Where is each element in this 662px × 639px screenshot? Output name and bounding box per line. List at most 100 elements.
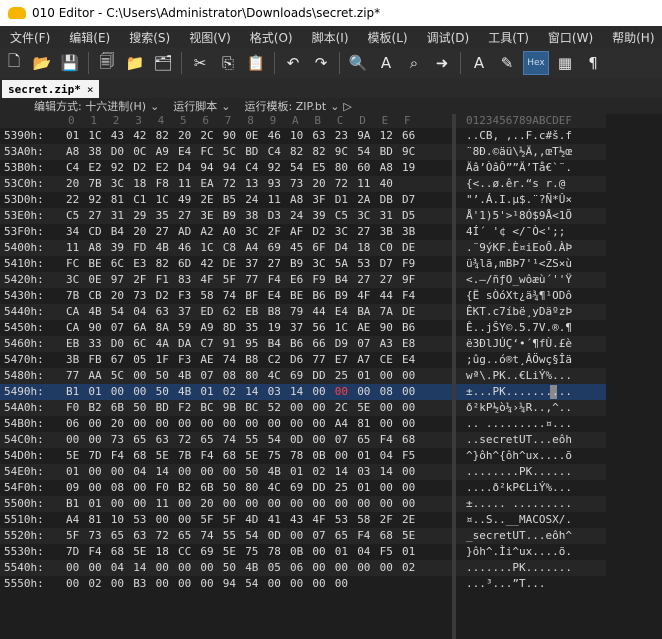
hex-byte[interactable]: 65 [335, 529, 348, 542]
hex-mode-button[interactable]: Hex [523, 51, 549, 75]
hex-byte[interactable]: 68 [133, 449, 146, 462]
hex-byte[interactable]: 91 [223, 337, 236, 350]
ascii-row[interactable]: {Ë sÒóXt¿ä¾¶¹ODô [456, 288, 606, 304]
hex-byte[interactable]: FC [200, 145, 213, 158]
edit-mode-dropdown[interactable]: 编辑方式: 十六进制(H) [34, 98, 146, 114]
hex-byte[interactable]: 00 [88, 481, 101, 494]
find-icon[interactable]: 🔍 [346, 51, 370, 75]
tab-secret-zip[interactable]: secret.zip* × [2, 80, 100, 98]
hex-byte[interactable]: 18 [357, 241, 370, 254]
hex-byte[interactable]: 01 [357, 369, 370, 382]
hex-byte[interactable]: 00 [268, 577, 281, 590]
hex-byte[interactable]: D2 [133, 161, 146, 174]
hex-byte[interactable]: AD [178, 225, 191, 238]
hex-byte[interactable]: 03 [357, 465, 370, 478]
hex-byte[interactable]: CA [66, 321, 79, 334]
hex-byte[interactable]: 00 [312, 561, 325, 574]
hex-byte[interactable]: 7D [66, 545, 79, 558]
hex-byte[interactable]: 81 [88, 513, 101, 526]
hex-byte[interactable]: 5E [66, 449, 79, 462]
find-replace-icon[interactable]: A [374, 51, 398, 75]
hex-byte[interactable]: 01 [200, 385, 213, 398]
hex-byte[interactable]: 3C [312, 257, 325, 270]
hex-byte[interactable]: 68 [223, 449, 236, 462]
hex-byte[interactable]: 00 [245, 417, 258, 430]
ascii-row[interactable]: Äâ’ÒâÔ””Ä’Tå€`¨. [456, 160, 606, 176]
hex-byte[interactable]: 00 [290, 529, 303, 542]
hex-byte[interactable]: 52 [268, 401, 281, 414]
hex-byte[interactable]: 04 [133, 465, 146, 478]
hex-byte[interactable]: 65 [111, 529, 124, 542]
hex-byte[interactable]: 18 [156, 545, 169, 558]
hex-byte[interactable]: 4B [268, 465, 281, 478]
hex-byte[interactable]: 05 [133, 353, 146, 366]
hex-byte[interactable]: 00 [133, 497, 146, 510]
highlight-icon[interactable]: ✎ [495, 51, 519, 75]
hex-byte[interactable]: D7 [402, 193, 415, 206]
hex-byte[interactable]: 01 [66, 129, 79, 142]
hex-byte[interactable]: 00 [380, 401, 393, 414]
hex-byte[interactable]: 07 [335, 433, 348, 446]
hex-byte[interactable]: B9 [223, 209, 236, 222]
hex-byte[interactable]: D5 [402, 209, 415, 222]
hex-byte[interactable]: 92 [268, 161, 281, 174]
hex-byte[interactable]: 73 [133, 289, 146, 302]
hex-byte[interactable]: 68 [111, 545, 124, 558]
hex-byte[interactable]: 20 [178, 129, 191, 142]
hex-byte[interactable]: 53 [335, 513, 348, 526]
hex-byte[interactable]: DD [312, 481, 325, 494]
hex-byte[interactable]: 24 [290, 209, 303, 222]
menu-item-5[interactable]: 脚本(I) [302, 29, 358, 46]
hex-byte[interactable]: 00 [200, 417, 213, 430]
hex-byte[interactable]: 00 [312, 433, 325, 446]
hex-byte[interactable]: 09 [66, 481, 79, 494]
hex-byte[interactable]: B8 [245, 353, 258, 366]
hex-byte[interactable]: 8A [156, 321, 169, 334]
hex-byte[interactable]: F4 [88, 545, 101, 558]
hex-byte[interactable]: 18 [133, 177, 146, 190]
hex-byte[interactable]: 75 [268, 449, 281, 462]
hex-byte[interactable]: 80 [245, 369, 258, 382]
hex-byte[interactable]: 00 [380, 497, 393, 510]
hex-byte[interactable]: 3F [312, 193, 325, 206]
hex-byte[interactable]: 82 [156, 129, 169, 142]
hex-byte[interactable]: 27 [357, 273, 370, 286]
hex-byte[interactable]: 22 [66, 193, 79, 206]
ascii-row[interactable]: {<..ø.êr.“s r.@ [456, 176, 606, 192]
hex-byte[interactable]: 65 [178, 529, 191, 542]
hex-byte[interactable]: 63 [156, 305, 169, 318]
hex-byte[interactable]: 08 [111, 481, 124, 494]
hex-byte[interactable]: BC [200, 401, 213, 414]
hex-byte[interactable]: A2 [200, 225, 213, 238]
hex-byte[interactable]: 19 [402, 161, 415, 174]
tab-close-icon[interactable]: × [87, 83, 94, 96]
hex-byte[interactable]: 43 [111, 129, 124, 142]
save-icon[interactable]: 💾 [58, 51, 82, 75]
hex-byte[interactable]: 3C [66, 273, 79, 286]
hex-byte[interactable]: 95 [245, 337, 258, 350]
hex-byte[interactable]: AA [88, 369, 101, 382]
hex-byte[interactable]: 63 [133, 529, 146, 542]
hex-byte[interactable]: 5A [335, 257, 348, 270]
hex-byte[interactable]: 54 [268, 433, 281, 446]
hex-byte[interactable]: A4 [245, 241, 258, 254]
hex-byte[interactable]: 00 [380, 417, 393, 430]
hex-byte[interactable]: 53 [357, 257, 370, 270]
hex-byte[interactable]: 00 [111, 385, 124, 398]
hex-byte[interactable]: 08 [223, 369, 236, 382]
hex-byte[interactable]: F0 [66, 401, 79, 414]
hex-byte[interactable]: 06 [290, 561, 303, 574]
hex-byte[interactable]: 02 [223, 385, 236, 398]
hex-byte[interactable]: 5C [223, 145, 236, 158]
hex-byte[interactable]: 35 [156, 209, 169, 222]
hex-byte[interactable]: 3B [380, 225, 393, 238]
menu-item-3[interactable]: 视图(V) [179, 29, 240, 46]
hex-byte[interactable]: 14 [156, 465, 169, 478]
hex-byte[interactable]: 00 [111, 465, 124, 478]
hex-byte[interactable]: F4 [111, 449, 124, 462]
hex-byte[interactable]: 00 [223, 497, 236, 510]
hex-byte[interactable]: BC [245, 401, 258, 414]
ascii-row[interactable]: "’.Á.I.µ$.¨?Ñ*Û× [456, 192, 606, 208]
hex-row[interactable]: 01 1C 43 42 82 20 2C 90 0E 46 10 63 23 9A 12 66 [58, 128, 452, 144]
hex-byte[interactable]: CC [178, 545, 191, 558]
